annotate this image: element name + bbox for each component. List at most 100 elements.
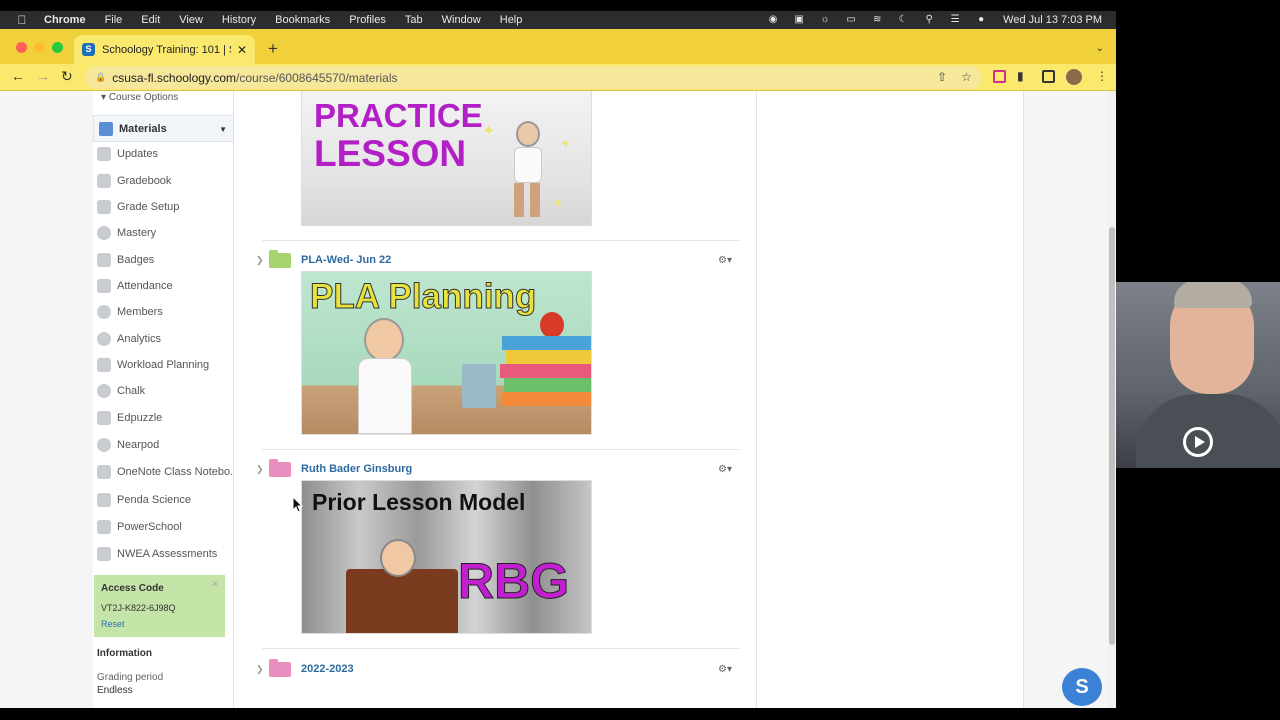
sidebar-item-updates[interactable]: Updates bbox=[97, 145, 233, 163]
practice-lesson-image[interactable]: PRACTICE LESSON ✦ ✦ ✦ bbox=[301, 91, 592, 226]
book-stack bbox=[504, 378, 591, 392]
forward-arrow-icon[interactable]: → bbox=[36, 68, 50, 84]
sidebar-item-workload-planning[interactable]: Workload Planning bbox=[97, 356, 233, 374]
rbg-text: RBG bbox=[457, 553, 570, 610]
focus-moon-icon[interactable]: ☾ bbox=[897, 15, 909, 25]
sidebar-item-nwea[interactable]: NWEA Assessments bbox=[97, 545, 233, 563]
close-window-icon[interactable] bbox=[16, 42, 27, 53]
sidebar-item-chalk[interactable]: Chalk bbox=[97, 382, 233, 400]
menu-window[interactable]: Window bbox=[442, 14, 481, 26]
sidebar-item-label: Chalk bbox=[117, 385, 146, 397]
wifi-icon[interactable]: ≋ bbox=[871, 15, 883, 25]
caret-down-icon[interactable]: ▼ bbox=[219, 125, 227, 134]
apple-menu-icon[interactable]:  bbox=[14, 13, 30, 27]
menu-file[interactable]: File bbox=[105, 14, 123, 26]
close-icon[interactable]: ✕ bbox=[211, 579, 219, 590]
gear-menu-icon[interactable]: ⚙▾ bbox=[718, 255, 732, 266]
sidebar-item-label: PowerSchool bbox=[117, 521, 182, 533]
profile-avatar[interactable] bbox=[1066, 69, 1082, 85]
reload-icon[interactable]: ↻ bbox=[61, 68, 73, 84]
sidebar-item-onenote[interactable]: OneNote Class Notebo... bbox=[97, 463, 233, 481]
sparkle-icon: ✦ bbox=[560, 136, 571, 151]
row-divider bbox=[262, 449, 740, 450]
menu-clock[interactable]: Wed Jul 13 7:03 PM bbox=[1003, 14, 1102, 26]
folder-pink-icon bbox=[269, 659, 291, 677]
siri-icon[interactable]: ● bbox=[975, 15, 987, 25]
share-icon[interactable]: ⇧ bbox=[937, 70, 947, 84]
extension-square-icon[interactable] bbox=[993, 70, 1006, 83]
sparkle-icon: ✦ bbox=[482, 123, 496, 140]
menu-view[interactable]: View bbox=[179, 14, 203, 26]
gear-menu-icon[interactable]: ⚙▾ bbox=[718, 664, 732, 675]
sidebar-item-gradebook[interactable]: Gradebook bbox=[97, 172, 233, 190]
new-tab-icon[interactable]: + bbox=[268, 40, 278, 57]
lock-icon[interactable]: 🔒 bbox=[95, 72, 106, 83]
scrollbar-thumb[interactable] bbox=[1109, 227, 1115, 645]
course-options-link[interactable]: ▾ Course Options bbox=[101, 92, 178, 103]
schoology-chat-button[interactable]: S bbox=[1062, 668, 1102, 706]
sidebar-item-analytics[interactable]: Analytics bbox=[97, 330, 233, 348]
app-status-icon[interactable]: ▣ bbox=[793, 15, 805, 25]
folder-title-ruth-bader-ginsburg[interactable]: Ruth Bader Ginsburg bbox=[301, 463, 412, 475]
tab-search-chevron-icon[interactable]: ⌄ bbox=[1096, 43, 1104, 54]
brightness-icon[interactable]: ☼ bbox=[819, 15, 831, 25]
menu-app[interactable]: Chrome bbox=[44, 14, 86, 26]
menu-extras: ◉ ▣ ☼ ▭ ≋ ☾ ⚲ ☰ ● Wed Jul 13 7:03 PM bbox=[767, 11, 1102, 29]
book-stack bbox=[502, 336, 591, 350]
sidebar-item-edpuzzle[interactable]: Edpuzzle bbox=[97, 409, 233, 427]
expand-chevron-icon[interactable]: ❯ bbox=[256, 664, 264, 675]
course-sidebar: ▾ Course Options Materials ▼ Updates Gra… bbox=[93, 91, 234, 708]
sidebar-item-members[interactable]: Members bbox=[97, 303, 233, 321]
tab-close-icon[interactable]: ✕ bbox=[237, 43, 247, 57]
folder-green-icon bbox=[269, 250, 291, 268]
expand-chevron-icon[interactable]: ❯ bbox=[256, 255, 264, 266]
access-code-reset-link[interactable]: Reset bbox=[101, 619, 125, 629]
browser-tab[interactable]: S Schoology Training: 101 | Schoo ✕ bbox=[74, 35, 255, 64]
battery-icon[interactable]: ▭ bbox=[845, 15, 857, 25]
sidebar-item-grade-setup[interactable]: Grade Setup bbox=[97, 198, 233, 216]
menu-tab[interactable]: Tab bbox=[405, 14, 423, 26]
book-stack bbox=[500, 364, 591, 378]
menu-bookmarks[interactable]: Bookmarks bbox=[275, 14, 330, 26]
sidebar-item-penda-science[interactable]: Penda Science bbox=[97, 491, 233, 509]
sidebar-item-powerschool[interactable]: PowerSchool bbox=[97, 518, 233, 536]
expand-chevron-icon[interactable]: ❯ bbox=[256, 464, 264, 475]
gradebook-icon bbox=[97, 174, 111, 188]
menu-edit[interactable]: Edit bbox=[141, 14, 160, 26]
spotlight-search-icon[interactable]: ⚲ bbox=[923, 15, 935, 25]
record-status-icon[interactable]: ◉ bbox=[767, 15, 779, 25]
back-arrow-icon[interactable]: ← bbox=[11, 68, 25, 84]
pencil-cup bbox=[462, 364, 496, 408]
sidebar-item-nearpod[interactable]: Nearpod bbox=[97, 436, 233, 454]
sidebar-item-badges[interactable]: Badges bbox=[97, 251, 233, 269]
grading-period-label: Grading period bbox=[97, 672, 164, 683]
page-scrollbar[interactable] bbox=[1108, 91, 1116, 708]
folder-pink-icon bbox=[269, 459, 291, 477]
sidebar-item-materials[interactable]: Materials ▼ bbox=[93, 115, 234, 142]
folder-title-2022-2023[interactable]: 2022-2023 bbox=[301, 663, 354, 675]
side-panel-icon[interactable] bbox=[1042, 70, 1055, 83]
extensions-puzzle-icon[interactable]: ▮ bbox=[1017, 70, 1030, 83]
control-center-icon[interactable]: ☰ bbox=[949, 15, 961, 25]
tab-title: Schoology Training: 101 | Schoo bbox=[102, 43, 231, 56]
sidebar-item-label: Gradebook bbox=[117, 175, 172, 187]
rbg-lesson-image[interactable]: Prior Lesson Model RBG bbox=[301, 480, 592, 634]
folder-title-pla-wed[interactable]: PLA-Wed- Jun 22 bbox=[301, 254, 391, 266]
minimize-window-icon[interactable] bbox=[34, 42, 45, 53]
bookmark-star-icon[interactable]: ☆ bbox=[961, 70, 972, 84]
menu-history[interactable]: History bbox=[222, 14, 256, 26]
sidebar-item-mastery[interactable]: Mastery bbox=[97, 224, 233, 242]
gear-menu-icon[interactable]: ⚙▾ bbox=[718, 464, 732, 475]
menu-profiles[interactable]: Profiles bbox=[349, 14, 386, 26]
sidebar-item-attendance[interactable]: Attendance bbox=[97, 277, 233, 295]
address-bar[interactable]: 🔒 csusa-fl.schoology.com/course/60086455… bbox=[85, 66, 982, 89]
updates-icon bbox=[97, 147, 111, 161]
chrome-menu-icon[interactable]: ⋮ bbox=[1096, 70, 1109, 83]
menu-help[interactable]: Help bbox=[500, 14, 523, 26]
penda-icon bbox=[97, 493, 111, 507]
pla-planning-image[interactable]: PLA Planning bbox=[301, 271, 592, 435]
zoom-window-icon[interactable] bbox=[52, 42, 63, 53]
sidebar-item-label: Members bbox=[117, 306, 163, 318]
materials-icon bbox=[99, 121, 113, 136]
schoology-favicon-icon: S bbox=[82, 43, 95, 56]
